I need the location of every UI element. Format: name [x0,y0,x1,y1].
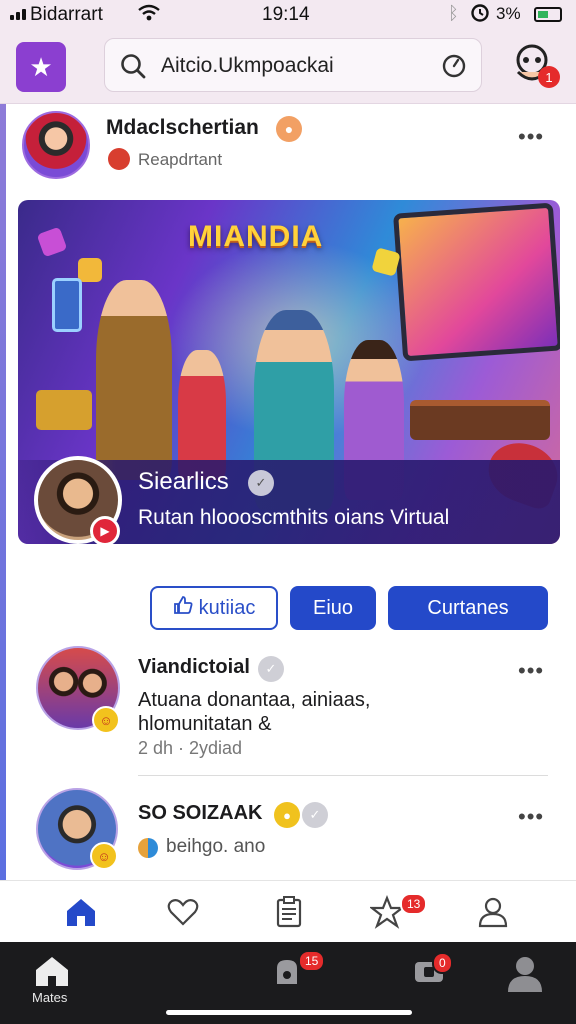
verified-check-icon: ✓ [248,470,274,496]
wifi-icon [138,4,160,28]
profile-avatar[interactable] [22,111,90,179]
edge-accent-strip [0,100,6,880]
tab-home[interactable] [64,895,98,929]
search-bar[interactable] [104,38,482,92]
home-indicator[interactable] [166,1010,412,1015]
home-icon [36,957,68,986]
emoji-badge-icon: ☺ [92,706,120,734]
chat-badge: 0 [432,952,453,974]
profile-more-icon[interactable]: ••• [518,124,544,150]
search-input[interactable] [161,51,411,81]
banner-description: Rutan hloooscmthits oians Virtual [138,506,450,529]
floating-cube [78,258,102,282]
tab-clipboard[interactable] [272,895,306,929]
feed-timestamp: 2 dh · 2ydiad [138,738,243,758]
tab-stars[interactable] [368,895,406,929]
feed-text: Atuana donantaa, ainiaas, hlomunitatan & [138,689,371,735]
status-bar: Bidarrart 19:14 ᛒ 3% [0,0,576,30]
like-label: kutiiac [198,596,256,619]
primary-action-button[interactable]: Curtanes [388,586,548,630]
game-table [410,400,550,440]
verified-check-icon: ✓ [302,802,328,828]
gift-box [36,390,92,430]
alerts-badge: 15 [298,950,326,972]
battery-icon [534,7,562,22]
live-icon: ▶ [90,516,120,544]
thumbs-up-icon [173,595,193,621]
emoji-badge-icon: ☺ [90,842,118,870]
system-dock: Mates 15 0 [0,942,576,1024]
stars-badge: 13 [400,893,428,915]
tab-profile[interactable] [476,895,510,929]
battery-percent: 3% [496,4,521,23]
like-button[interactable]: kutiiac [150,586,278,630]
person-icon [478,897,508,928]
clock: 19:14 [262,4,310,25]
top-header: ★ 1 [0,30,576,104]
alarm-icon [470,3,490,29]
banner-title: MIANDIA [188,220,324,253]
notification-badge: 1 [538,66,560,88]
feed-more-icon[interactable]: ••• [518,804,544,830]
search-icon [121,54,146,79]
banner-host-name[interactable]: Siearlics [138,468,229,496]
bluetooth-icon: ᛒ [448,3,459,23]
favorites-star-button[interactable]: ★ [16,42,66,92]
heart-icon [167,899,199,926]
profile-subtitle: Reapdrtant [138,150,223,169]
banner-person [96,280,172,480]
dock-home-label: Mates [32,990,68,1005]
feed-more-icon[interactable]: ••• [518,658,544,684]
floating-cube [36,226,68,258]
feed-title[interactable]: Viandictoial [138,656,250,679]
dock-profile[interactable] [506,954,546,994]
feed-title[interactable]: SO SOIZAAK [138,802,262,825]
floating-panel [52,278,82,332]
person-icon [508,957,542,992]
fire-icon [108,148,130,170]
verified-check-icon: ✓ [258,656,284,682]
globe-icon [138,838,158,858]
banner-tv-screen [393,202,560,362]
feed-subtitle: beihgo. ano [166,836,266,857]
feed-divider [138,775,548,776]
home-icon [67,899,95,926]
star-outline-icon [368,895,406,929]
signal-icon [10,9,26,20]
featured-banner[interactable]: MIANDIA ▶ Siearlics ✓ Rutan hloooscmthit… [18,200,560,544]
profile-name[interactable]: Mdaclschertian [106,116,259,140]
dock-home[interactable] [34,954,74,994]
refresh-icon[interactable] [441,53,467,79]
bottom-tab-bar: 13 [0,880,576,942]
gold-badge-icon: ● [274,802,300,828]
carrier-name: Bidarrart [30,4,103,25]
clipboard-icon [276,896,302,928]
verified-badge-icon: ● [276,116,302,142]
tab-favorites[interactable] [166,895,200,929]
star-icon: ★ [29,51,53,82]
middle-action-button[interactable]: Eiuo [290,586,376,630]
